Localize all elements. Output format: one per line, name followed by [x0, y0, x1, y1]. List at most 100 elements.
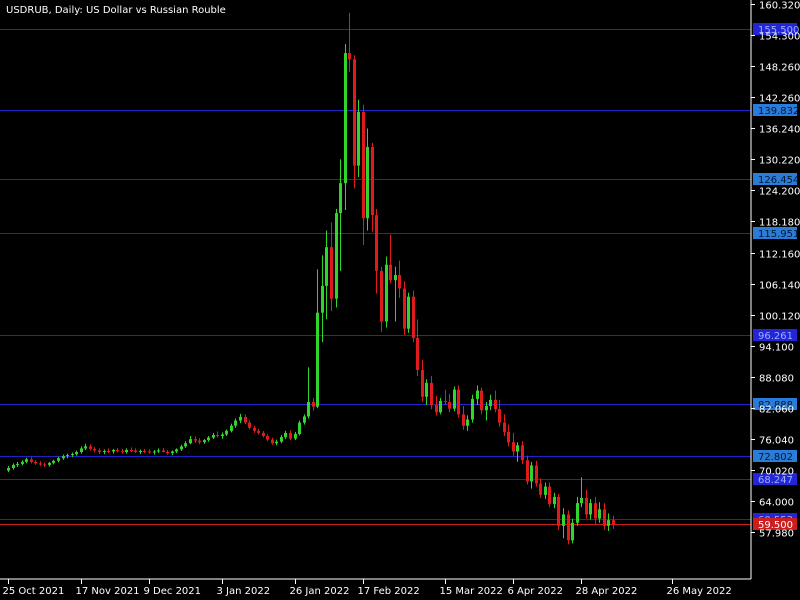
candle-body [203, 440, 206, 443]
y-tick-label: 160.320 [759, 1, 800, 12]
candle-body [93, 448, 96, 451]
candle-body [275, 441, 278, 444]
level-price-label: 72.802 [758, 452, 793, 463]
candle-body [375, 215, 378, 271]
y-tick-label: 124.200 [759, 187, 800, 198]
candle-body [576, 503, 579, 523]
candle-body [548, 486, 551, 505]
candle-body [103, 450, 106, 453]
candle-body [30, 459, 33, 462]
candle-body [175, 449, 178, 452]
candle-body [421, 369, 424, 397]
candle-body [52, 460, 55, 463]
candle-body [453, 389, 456, 409]
candle-body [107, 450, 110, 452]
candle-body [466, 419, 469, 426]
candle-body [89, 446, 92, 449]
x-tick-label: 17 Feb 2022 [358, 586, 420, 597]
candle-body [539, 483, 542, 495]
y-tick-label: 112.160 [759, 250, 800, 261]
candle-body [494, 399, 497, 410]
candle-body [503, 422, 506, 432]
candle-body [244, 416, 247, 423]
candle-body [325, 247, 328, 286]
candle-body [357, 111, 360, 166]
candle-body [130, 449, 133, 451]
level-price-label: 96.261 [758, 331, 793, 342]
candle-body [344, 53, 347, 184]
candle-body [198, 440, 201, 443]
candle-body [366, 147, 369, 219]
candle-body [385, 264, 388, 322]
candle-body [16, 463, 19, 465]
candle-body [143, 450, 146, 452]
candle-body [284, 432, 287, 438]
candle-body [125, 449, 128, 453]
candle-body [98, 450, 101, 453]
candle-body [294, 433, 297, 439]
candle-body [21, 461, 24, 464]
candle-body [12, 464, 15, 469]
candle-body [339, 183, 342, 214]
y-tick-label: 106.140 [759, 281, 800, 292]
candle-body [271, 439, 274, 444]
x-tick-label: 6 Apr 2022 [508, 586, 563, 597]
candle-body [234, 420, 237, 426]
y-tick-label: 100.120 [759, 312, 800, 323]
y-tick-label: 82.060 [759, 405, 794, 416]
candle-body [448, 401, 451, 409]
level-price-label: 126.454 [758, 175, 799, 186]
candle-body [75, 452, 78, 455]
candle-body [216, 434, 219, 437]
candle-body [257, 430, 260, 433]
x-tick-label: 26 Jan 2022 [290, 586, 350, 597]
candle-body [589, 503, 592, 515]
candle-body [335, 213, 338, 299]
candle-body [544, 486, 547, 495]
candle-body [439, 400, 442, 413]
candle-body [139, 450, 142, 453]
candle-body [48, 462, 51, 465]
candle-body [521, 445, 524, 461]
candle-body [71, 454, 74, 456]
candle-body [289, 432, 292, 439]
candle-body [303, 416, 306, 423]
candle-body [444, 400, 447, 402]
y-tick-label: 70.020 [759, 467, 794, 478]
candle-body [307, 401, 310, 417]
candle-body [507, 431, 510, 443]
candle-body [594, 503, 597, 519]
candle-body [480, 390, 483, 411]
candle-body [7, 468, 10, 471]
candle-body [457, 389, 460, 415]
candle-body [485, 406, 488, 411]
candle-body [412, 296, 415, 338]
x-tick-label: 15 Mar 2022 [440, 586, 503, 597]
candle-body [348, 53, 351, 60]
level-price-label: 115.951 [758, 229, 799, 240]
candle-body [321, 285, 324, 313]
candle-body [162, 450, 165, 453]
candle-body [471, 398, 474, 420]
candle-body [416, 337, 419, 370]
candle-body [603, 509, 606, 526]
candle-body [112, 449, 115, 452]
candle-body [571, 522, 574, 541]
candle-body [425, 382, 428, 397]
candle-body [280, 437, 283, 442]
candle-body [253, 427, 256, 431]
candle-body [330, 247, 333, 299]
candle-body [316, 312, 319, 407]
candle-body [266, 436, 269, 440]
candle-body [362, 111, 365, 219]
y-tick-label: 154.300 [759, 32, 800, 43]
x-tick-label: 25 Oct 2021 [3, 586, 65, 597]
candle-body [189, 439, 192, 444]
candle-body [148, 451, 151, 453]
candle-body [462, 414, 465, 426]
candle-body [312, 401, 315, 407]
candle-body [121, 450, 124, 453]
candle-body [562, 514, 565, 526]
candle-body [171, 451, 174, 454]
candle-body [153, 451, 156, 453]
